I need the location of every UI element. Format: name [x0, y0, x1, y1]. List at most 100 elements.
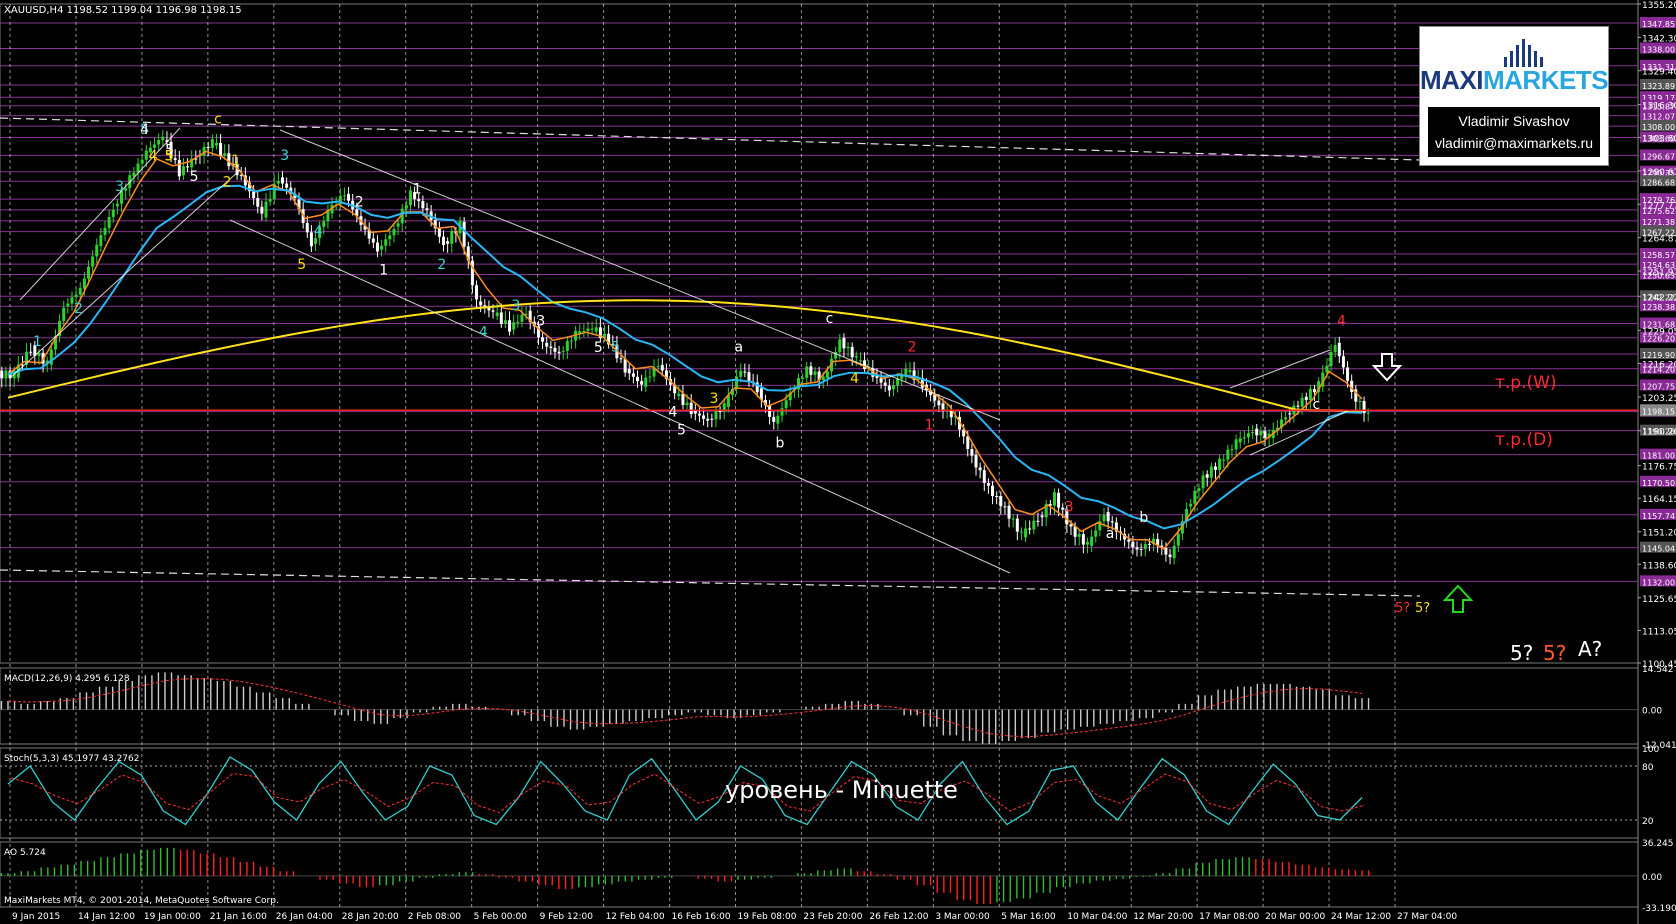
candle-body: [999, 496, 1003, 507]
target-weekly-label: т.р.(W): [1495, 373, 1557, 393]
candle-body: [1218, 458, 1222, 470]
candle-body: [470, 260, 474, 286]
candle-body: [1090, 536, 1094, 546]
candle-body: [417, 199, 421, 202]
candle-body: [801, 377, 805, 379]
candle-body: [206, 146, 210, 148]
candle-body: [1172, 545, 1176, 559]
candle-body: [1193, 490, 1197, 504]
ao-y-label: 0.00: [1642, 873, 1662, 883]
candle-body: [462, 221, 466, 247]
candle-body: [1263, 431, 1267, 438]
candle-body: [1362, 401, 1366, 414]
x-tick-label: 12 Mar 20:00: [1133, 912, 1193, 922]
candle-body: [4, 370, 8, 379]
x-tick-label: 17 Mar 08:00: [1199, 912, 1259, 922]
x-tick-label: 19 Jan 00:00: [144, 912, 201, 922]
current-price-tag-label: 1198.15: [1642, 407, 1675, 416]
x-tick-label: 2 Feb 08:00: [408, 912, 462, 922]
candle-body: [392, 228, 396, 236]
candle-body: [1028, 528, 1032, 530]
macd-title: MACD(12,26,9) 4.295 6.128: [4, 674, 130, 684]
candle-body: [1300, 397, 1304, 407]
candle-body: [1209, 466, 1213, 478]
candle-body: [1284, 417, 1288, 420]
wave-label: 4: [850, 371, 859, 387]
stoch-y-label: 20: [1642, 817, 1654, 827]
candle-body: [627, 369, 631, 374]
stoch-signal-line: [10, 772, 1366, 814]
candle-body: [309, 232, 313, 247]
macd-y-label: 0.00: [1642, 707, 1662, 717]
candle-body: [256, 198, 260, 207]
candle-body: [1325, 365, 1329, 373]
candle-body: [375, 242, 379, 252]
wave-label: 1: [925, 417, 934, 433]
candle-body: [78, 288, 82, 295]
candle-body: [161, 136, 165, 141]
candle-body: [978, 467, 982, 471]
candle-body: [1007, 505, 1011, 519]
candle-body: [908, 370, 912, 373]
candle-body: [276, 181, 280, 184]
wave-label: 2: [437, 257, 446, 273]
candle-body: [140, 159, 144, 164]
candle-body: [475, 285, 479, 300]
wave-label: 5: [165, 148, 174, 164]
y-tick-label: 1113.05: [1642, 627, 1676, 637]
channel-down-lower: [229, 219, 1011, 574]
candle-body: [384, 239, 388, 246]
candle-body: [219, 142, 223, 156]
candle-body: [549, 346, 553, 348]
target-daily-label: т.р.(D): [1495, 430, 1553, 450]
candle-body: [450, 230, 454, 244]
wave-label: 4: [314, 223, 323, 239]
overlay-level-label: уровень - Minuette: [725, 776, 958, 804]
y-tick-label: 1203.25: [1642, 394, 1676, 404]
candle-body: [904, 368, 908, 376]
candle-body: [1032, 520, 1036, 530]
level-label: 1145.04: [1642, 545, 1675, 554]
candle-body: [181, 166, 185, 176]
wave-label: 4: [1337, 313, 1346, 329]
candle-body: [1057, 492, 1061, 508]
ao-title: AO 5.724: [4, 848, 46, 858]
wave-label: c: [1312, 397, 1320, 413]
candle-body: [177, 159, 181, 177]
wave-label: 5: [297, 257, 306, 273]
wave-label: 3: [710, 391, 719, 407]
candle-body: [408, 190, 412, 206]
candle-body: [210, 139, 214, 148]
wave-label: a: [735, 339, 744, 355]
x-tick-label: 24 Mar 12:00: [1331, 912, 1391, 922]
level-label: 1347.85: [1642, 20, 1675, 29]
candle-body: [1015, 518, 1019, 532]
candle-body: [62, 307, 66, 321]
stoch-title: Stoch(5,3,3) 45.1977 43.2762: [4, 754, 139, 764]
x-tick-label: 10 Mar 04:00: [1067, 912, 1127, 922]
y-tick-label: 1277.77: [1642, 201, 1676, 211]
candle-body: [1139, 549, 1143, 551]
level-label: 1238.38: [1642, 303, 1675, 312]
candle-body: [706, 418, 710, 421]
candle-body: [1213, 466, 1217, 470]
wave-label: 3: [511, 298, 520, 314]
candle-body: [640, 381, 644, 385]
level-label: 1181.00: [1642, 452, 1675, 461]
candle-body: [268, 199, 272, 202]
x-tick-label: 23 Feb 20:00: [803, 912, 862, 922]
candle-body: [153, 144, 157, 148]
level-label: 1170.50: [1642, 479, 1675, 488]
candle-body: [1346, 367, 1350, 381]
candle-body: [516, 321, 520, 323]
candle-body: [380, 245, 384, 250]
candle-body: [1131, 541, 1135, 548]
candle-body: [623, 358, 627, 373]
candle-body: [512, 322, 516, 330]
candle-body: [966, 436, 970, 449]
candle-body: [710, 418, 714, 420]
level-label: 1286.68: [1642, 178, 1675, 187]
candle-body: [644, 377, 648, 387]
candle-body: [858, 360, 862, 362]
candle-body: [850, 346, 854, 358]
